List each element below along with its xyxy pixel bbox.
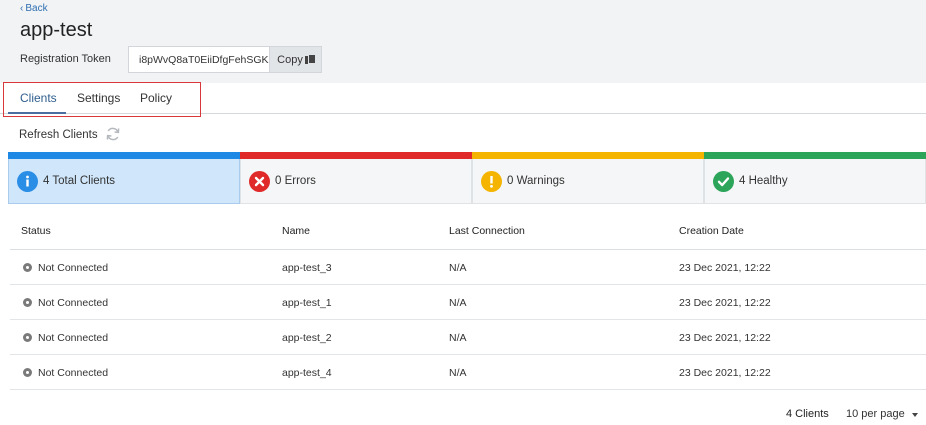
creation-date-cell: 23 Dec 2021, 12:22 xyxy=(679,262,771,274)
last-connection-cell: N/A xyxy=(449,262,467,274)
creation-date-cell: 23 Dec 2021, 12:22 xyxy=(679,332,771,344)
stat-label: 4 Total Clients xyxy=(43,175,116,187)
name-cell: app-test_4 xyxy=(282,367,332,379)
status-cell: Not Connected xyxy=(38,262,109,274)
stat-label: 0 Warnings xyxy=(507,175,565,187)
table-header: Status Name Last Connection Creation Dat… xyxy=(10,215,926,250)
status-disconnected-icon xyxy=(23,368,32,377)
back-link[interactable]: ‹ Back xyxy=(20,3,48,14)
status-disconnected-icon xyxy=(23,333,32,342)
registration-token-label: Registration Token xyxy=(20,53,111,65)
check-icon xyxy=(713,171,734,192)
status-disconnected-icon xyxy=(23,298,32,307)
stat-label: 4 Healthy xyxy=(739,175,788,187)
page-title: app-test xyxy=(20,19,93,41)
column-header-last-connection[interactable]: Last Connection xyxy=(449,225,525,237)
warning-icon xyxy=(481,171,502,192)
last-connection-cell: N/A xyxy=(449,332,467,344)
table-row[interactable]: Not Connected app-test_2 N/A 23 Dec 2021… xyxy=(10,320,926,355)
copy-token-button[interactable]: Copy xyxy=(270,46,322,73)
column-header-creation-date[interactable]: Creation Date xyxy=(679,225,744,237)
last-connection-cell: N/A xyxy=(449,297,467,309)
creation-date-cell: 23 Dec 2021, 12:22 xyxy=(679,367,771,379)
refresh-clients-button[interactable]: Refresh Clients xyxy=(19,129,98,141)
stat-bar xyxy=(472,152,704,159)
info-icon xyxy=(17,171,38,192)
table-row[interactable]: Not Connected app-test_3 N/A 23 Dec 2021… xyxy=(10,250,926,285)
stat-errors[interactable]: 0 Errors xyxy=(240,152,472,204)
page-header: ‹ Back app-test Registration Token i8pWvQ… xyxy=(0,0,926,83)
copy-label: Copy xyxy=(277,53,303,66)
stat-healthy[interactable]: 4 Healthy xyxy=(704,152,926,204)
last-connection-cell: N/A xyxy=(449,367,467,379)
tabs-highlight-box xyxy=(3,82,201,117)
stat-warnings[interactable]: 0 Warnings xyxy=(472,152,704,204)
status-disconnected-icon xyxy=(23,263,32,272)
per-page-select[interactable]: 10 per page xyxy=(846,408,905,420)
stat-bar xyxy=(704,152,926,159)
refresh-icon[interactable] xyxy=(105,126,121,142)
registration-token-field[interactable]: i8pWvQ8aT0EiiDfgFehSGKz xyxy=(128,46,270,73)
status-cell: Not Connected xyxy=(38,297,109,309)
table-row[interactable]: Not Connected app-test_1 N/A 23 Dec 2021… xyxy=(10,285,926,320)
creation-date-cell: 23 Dec 2021, 12:22 xyxy=(679,297,771,309)
table-row[interactable]: Not Connected app-test_4 N/A 23 Dec 2021… xyxy=(10,355,926,390)
chevron-down-icon[interactable] xyxy=(912,413,918,417)
stat-total-clients[interactable]: 4 Total Clients xyxy=(8,152,240,204)
stat-bar xyxy=(8,152,240,159)
copy-icon xyxy=(304,54,316,65)
chevron-left-icon: ‹ xyxy=(20,3,24,14)
client-count: 4 Clients xyxy=(786,408,829,420)
column-header-name[interactable]: Name xyxy=(282,225,310,237)
name-cell: app-test_3 xyxy=(282,262,332,274)
back-label: Back xyxy=(25,3,48,14)
status-cell: Not Connected xyxy=(38,367,109,379)
column-header-status[interactable]: Status xyxy=(21,225,51,237)
error-icon xyxy=(249,171,270,192)
status-cell: Not Connected xyxy=(38,332,109,344)
name-cell: app-test_1 xyxy=(282,297,332,309)
stat-bar xyxy=(240,152,472,159)
name-cell: app-test_2 xyxy=(282,332,332,344)
stat-label: 0 Errors xyxy=(275,175,316,187)
